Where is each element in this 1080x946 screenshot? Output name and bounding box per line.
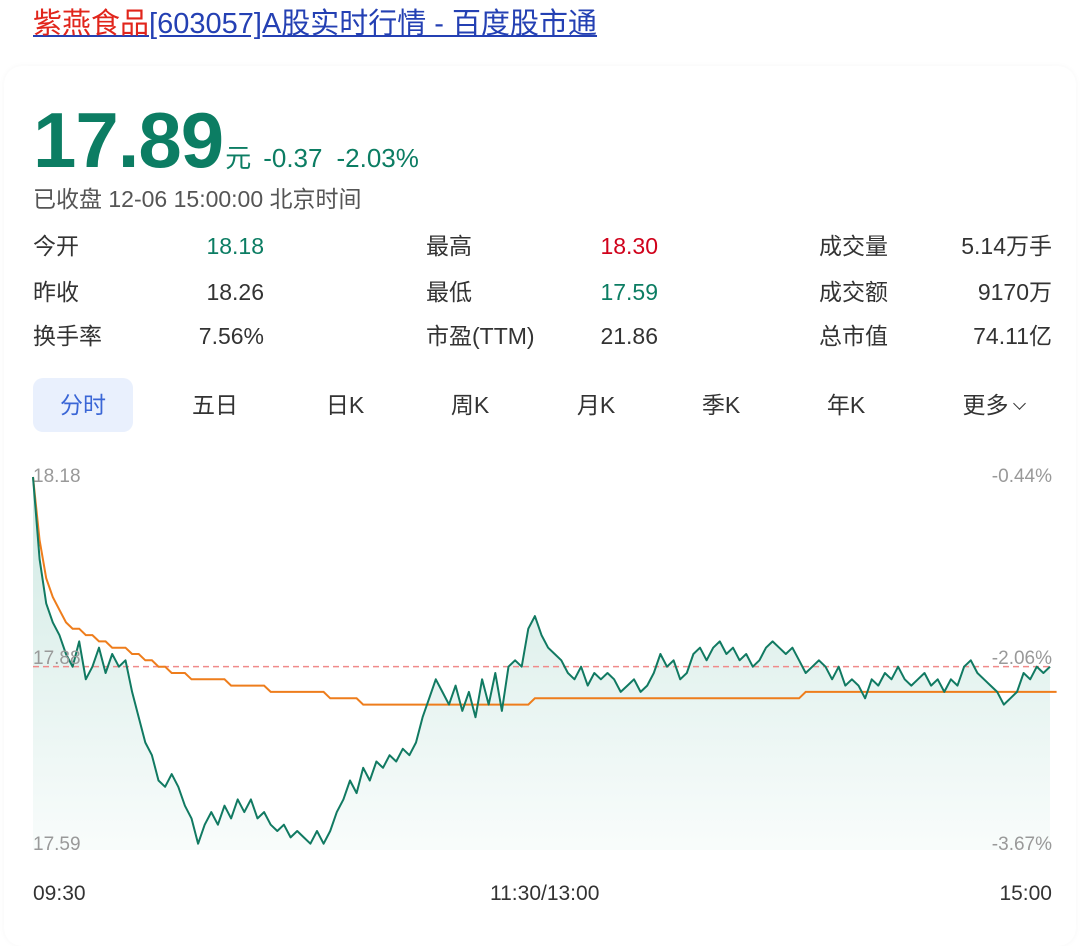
title-rest[interactable]: [603057]A股实时行情 - 百度股市通 xyxy=(149,8,597,40)
y-right-label-top: -0.44% xyxy=(991,466,1052,487)
stat-label: 成交额 xyxy=(819,279,888,305)
stat-label: 最高 xyxy=(426,233,472,259)
stat-value: 18.30 xyxy=(600,233,658,259)
stat-value: 18.26 xyxy=(206,279,264,305)
stat-label: 昨收 xyxy=(33,279,79,305)
page-title-link[interactable]: 紫燕食品[603057]A股实时行情 - 百度股市通 xyxy=(33,4,597,44)
tab-quarterly-k[interactable]: 季K xyxy=(671,378,771,432)
tab-monthly-k[interactable]: 月K xyxy=(546,378,646,432)
chevron-down-icon xyxy=(1012,397,1026,410)
y-left-label-bottom: 17.59 xyxy=(33,834,81,855)
stat-value: 7.56% xyxy=(198,323,264,349)
price-unit: 元 xyxy=(225,143,252,173)
current-price: 17.89 xyxy=(33,96,224,184)
stat-label: 最低 xyxy=(426,279,472,305)
tab-five-day[interactable]: 五日 xyxy=(165,378,265,432)
stat-label: 换手率 xyxy=(33,323,102,349)
stat-value: 9170万 xyxy=(977,279,1052,305)
intraday-chart[interactable] xyxy=(0,455,1080,875)
y-right-label-mid: -2.06% xyxy=(991,648,1052,669)
tab-intraday[interactable]: 分时 xyxy=(33,378,133,432)
stat-label: 成交量 xyxy=(819,233,888,259)
stat-value: 74.11亿 xyxy=(973,323,1052,349)
price-change-pct: -2.03% xyxy=(336,143,419,173)
tab-more[interactable]: 更多 xyxy=(931,378,1055,432)
stat-value: 5.14万手 xyxy=(961,233,1052,259)
tab-daily-k[interactable]: 日K xyxy=(295,378,395,432)
y-left-label-top: 18.18 xyxy=(33,466,81,487)
stat-label: 今开 xyxy=(33,233,79,259)
tab-more-label: 更多 xyxy=(962,392,1009,418)
stock-name[interactable]: 紫燕食品 xyxy=(33,8,149,40)
market-status: 已收盘 12-06 15:00:00 北京时间 xyxy=(33,186,362,212)
stat-value: 21.86 xyxy=(600,323,658,349)
price-change: -0.37 xyxy=(263,143,323,173)
stat-label: 总市值 xyxy=(819,323,888,349)
x-label-close: 15:00 xyxy=(999,882,1052,905)
price-area-fill xyxy=(33,477,1050,850)
chart-period-tabs: 分时 五日 日K 周K 月K 季K 年K 更多 xyxy=(33,378,1053,432)
x-label-open: 09:30 xyxy=(33,882,86,905)
stat-value: 18.18 xyxy=(206,233,264,259)
stat-label: 市盈(TTM) xyxy=(426,323,535,349)
y-left-label-mid: 17.88 xyxy=(33,648,81,669)
tab-yearly-k[interactable]: 年K xyxy=(796,378,896,432)
stat-value: 17.59 xyxy=(600,279,658,305)
tab-weekly-k[interactable]: 周K xyxy=(420,378,520,432)
x-label-midday: 11:30/13:00 xyxy=(490,882,600,905)
price-row: 17.89 元 -0.37 -2.03% xyxy=(33,98,419,182)
y-right-label-bottom: -3.67% xyxy=(991,834,1052,855)
